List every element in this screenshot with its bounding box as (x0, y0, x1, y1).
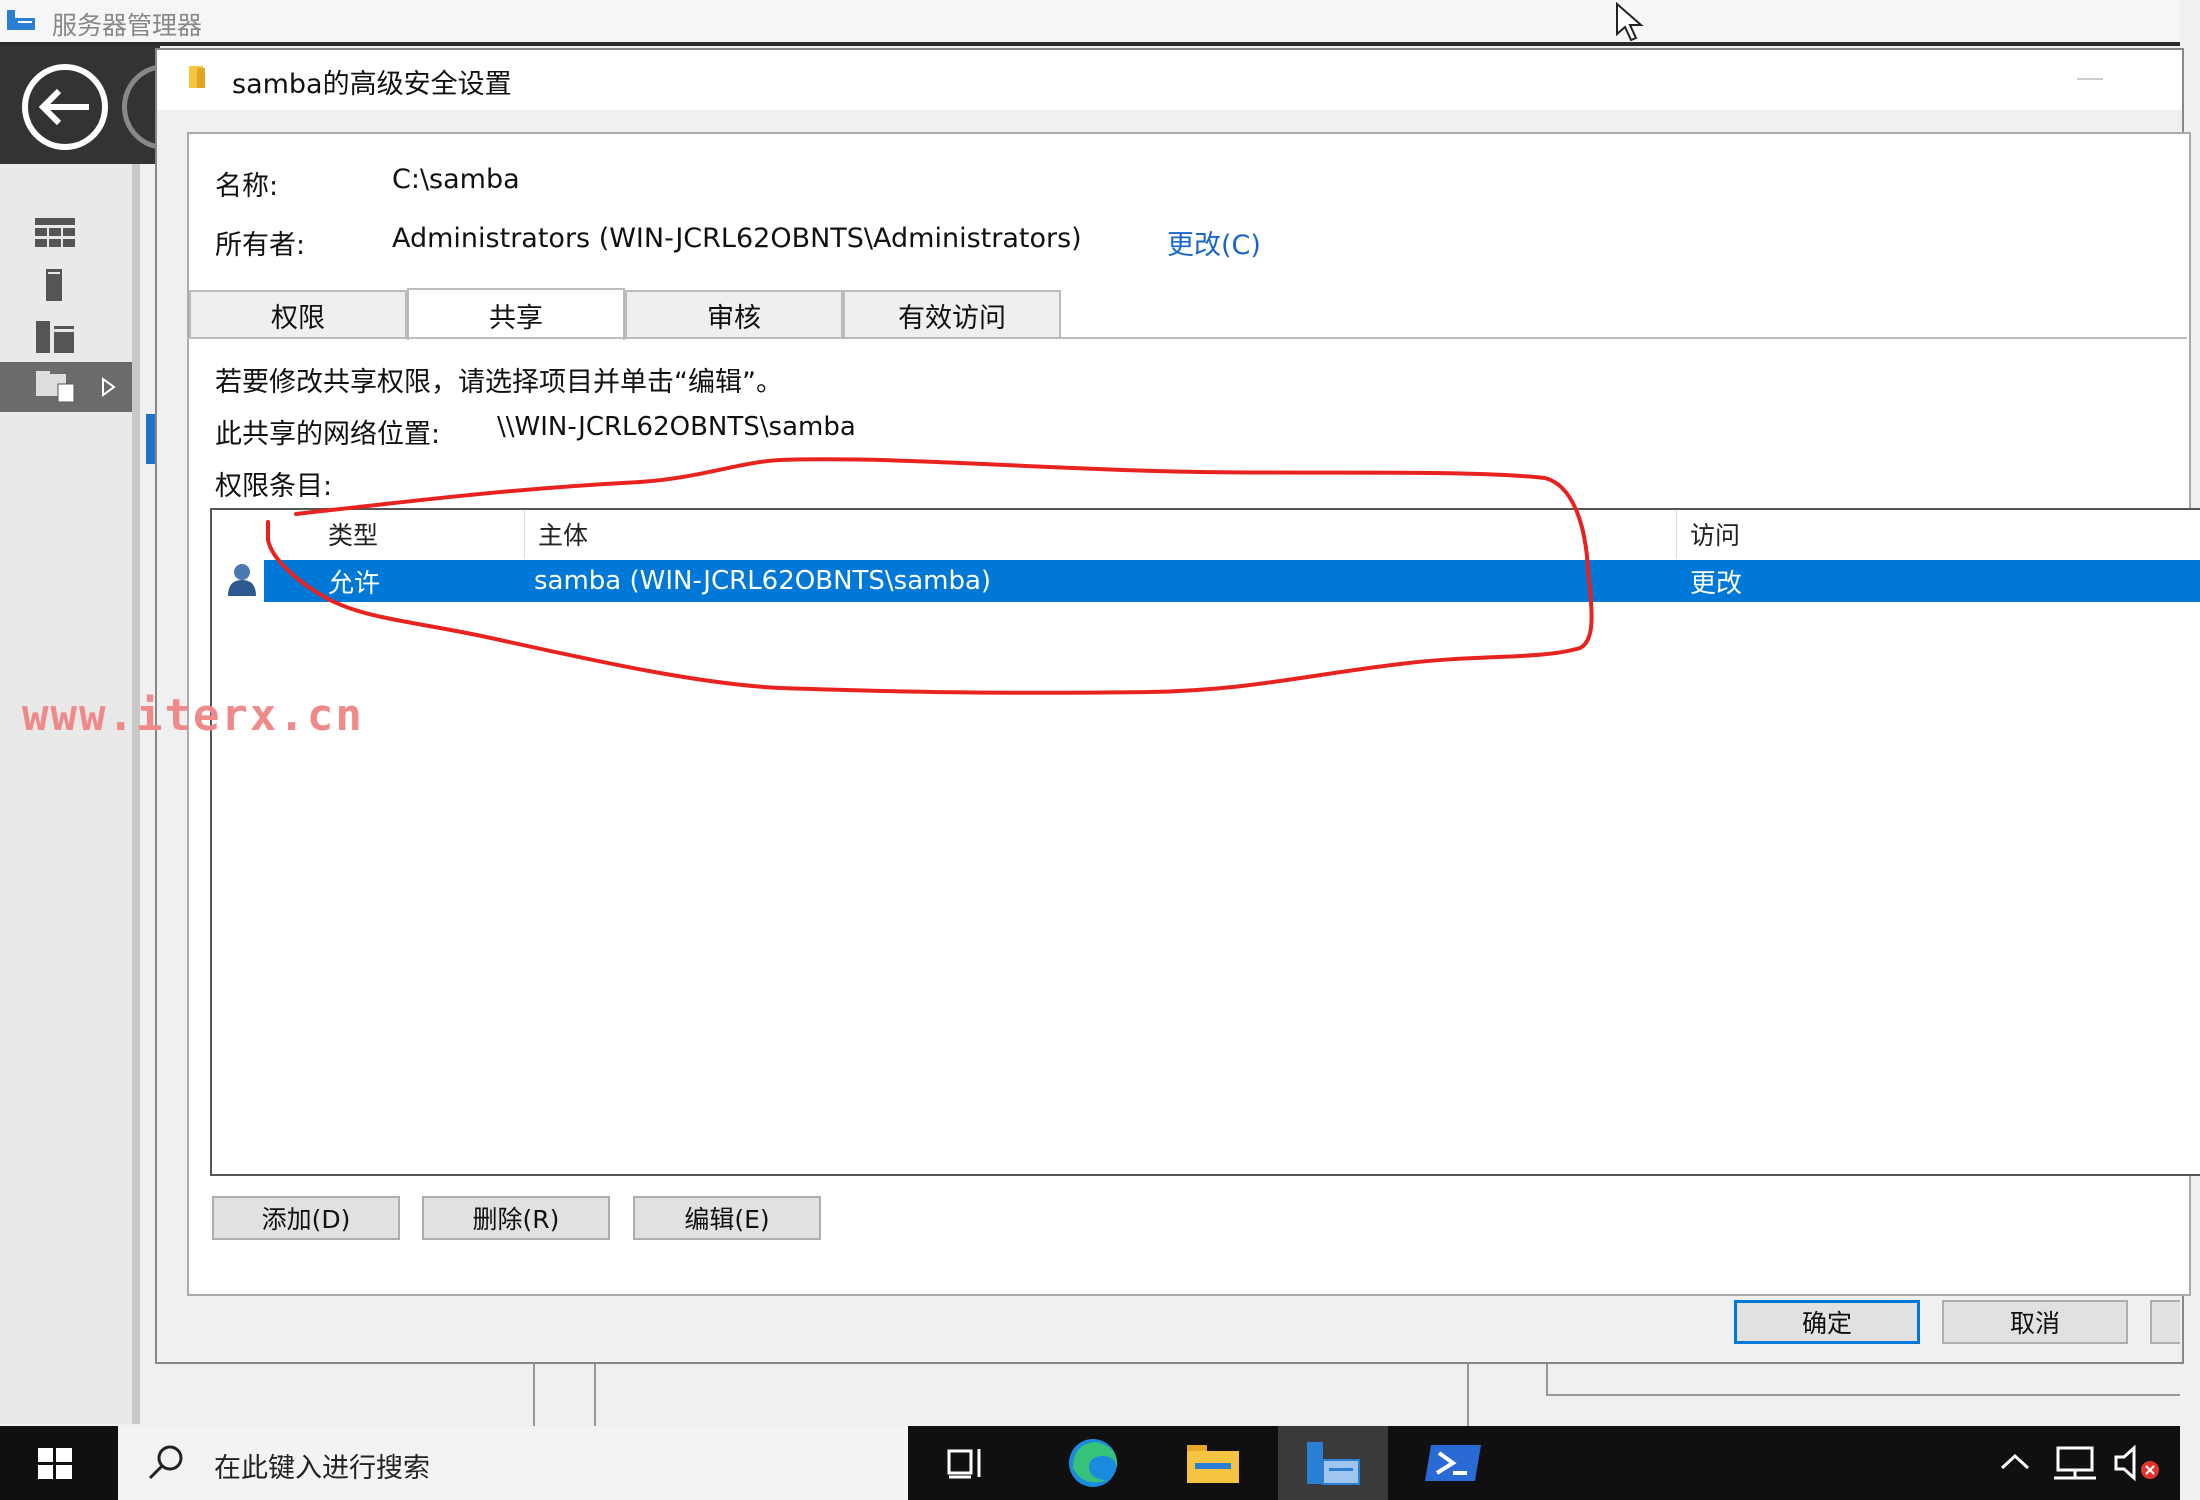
taskbar-search-box[interactable]: 在此键入进行搜索 (118, 1426, 908, 1500)
folder-icon (1187, 1445, 1239, 1483)
network-icon[interactable] (2052, 1444, 2098, 1482)
file-explorer-button[interactable] (1158, 1426, 1268, 1500)
volume-muted-icon[interactable] (2112, 1444, 2162, 1482)
task-view-icon (947, 1449, 981, 1479)
edge-icon (1069, 1439, 1118, 1487)
edge-browser-button[interactable] (1038, 1426, 1148, 1500)
server-manager-taskbar-button[interactable] (1278, 1426, 1388, 1500)
server-manager-icon (1307, 1442, 1360, 1485)
chevron-up-icon[interactable] (1998, 1450, 2032, 1474)
powershell-icon (1425, 1445, 1481, 1481)
search-input[interactable]: 在此键入进行搜索 (214, 1446, 430, 1485)
search-icon (148, 1445, 183, 1480)
taskbar: 在此键入进行搜索 (0, 1426, 2180, 1500)
task-view-button[interactable] (912, 1426, 1022, 1500)
windows-start-icon[interactable] (30, 1444, 80, 1484)
powershell-button[interactable] (1398, 1426, 1508, 1500)
red-circle-annotation (266, 457, 1594, 695)
